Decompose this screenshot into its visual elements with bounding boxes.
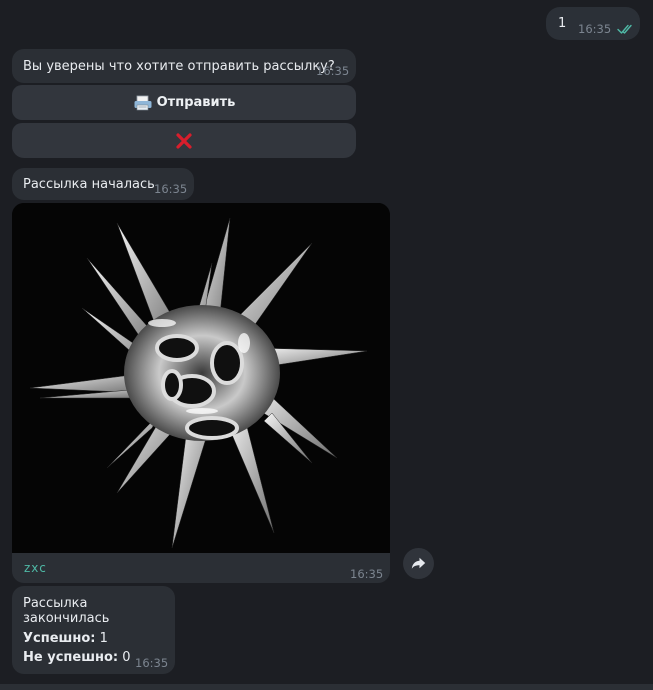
message-text: Вы уверены что хотите отправить рассылку… bbox=[23, 59, 335, 74]
red-cross-icon bbox=[176, 132, 192, 149]
message-time: 16:35 bbox=[316, 64, 350, 78]
message-text: Рассылка началась bbox=[23, 177, 155, 192]
double-check-icon bbox=[617, 24, 632, 34]
outgoing-message[interactable]: 1 16:35 bbox=[546, 7, 640, 40]
fail-label: Не успешно: bbox=[23, 650, 119, 665]
chat-area: 1 16:35 Вы уверены что хотите отправить … bbox=[0, 0, 653, 690]
printer-icon bbox=[134, 95, 152, 110]
started-message[interactable]: Рассылка началась 16:35 bbox=[12, 168, 194, 200]
composer-edge bbox=[0, 684, 653, 690]
message-time: 16:35 bbox=[135, 656, 169, 670]
success-line: Успешно: 1 bbox=[23, 631, 108, 646]
success-value: 1 bbox=[95, 631, 108, 646]
chrome-spiky-sculpture-image[interactable] bbox=[12, 203, 390, 553]
message-time: 16:35 bbox=[578, 22, 612, 36]
message-text: Рассылка закончилась bbox=[23, 596, 110, 626]
confirm-message[interactable]: Вы уверены что хотите отправить рассылку… bbox=[12, 49, 356, 83]
fail-line: Не успешно: 0 bbox=[23, 650, 131, 665]
message-time: 16:35 bbox=[154, 182, 188, 196]
success-label: Успешно: bbox=[23, 631, 96, 646]
fail-value: 0 bbox=[118, 650, 131, 665]
message-text: 1 bbox=[558, 16, 567, 31]
message-time: 16:35 bbox=[350, 567, 384, 581]
send-button-label: Отправить bbox=[156, 95, 236, 110]
forward-arrow-icon bbox=[411, 557, 426, 569]
media-message[interactable]: zxc 16:35 bbox=[12, 203, 390, 583]
media-caption: zxc bbox=[24, 561, 47, 575]
cancel-button[interactable] bbox=[12, 123, 356, 158]
send-button[interactable]: Отправить bbox=[12, 85, 356, 120]
forward-button[interactable] bbox=[403, 548, 434, 579]
finished-message[interactable]: Рассылка закончилась Успешно: 1 Не успеш… bbox=[12, 586, 175, 674]
